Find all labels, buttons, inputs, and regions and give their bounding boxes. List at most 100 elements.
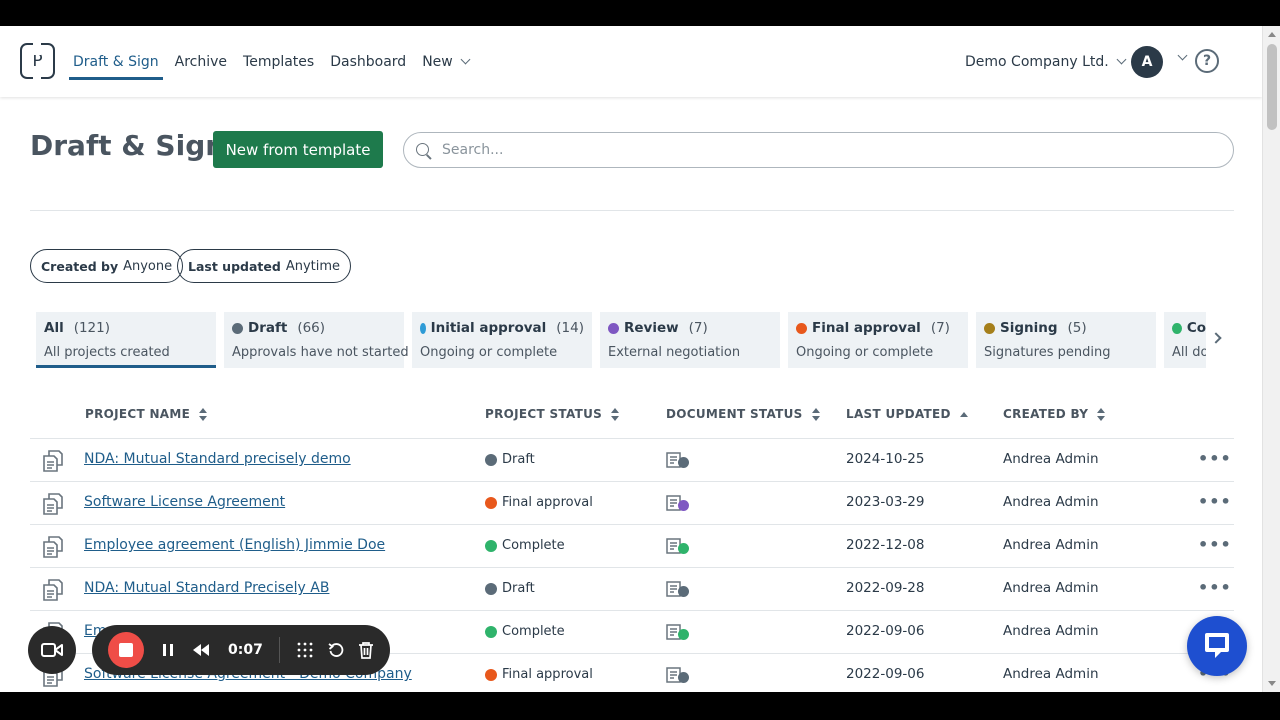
project-name-link[interactable]: Software License Agreement — [84, 494, 285, 510]
nav-item-new[interactable]: New — [422, 26, 471, 97]
logo-letter: P — [32, 51, 43, 71]
filter-last-updated[interactable]: Last updated Anytime — [177, 249, 352, 283]
more-options-icon[interactable]: ••• — [1198, 535, 1232, 554]
status-dot-icon — [485, 539, 497, 552]
tab-description: All projects created — [44, 345, 170, 360]
tab-description: Ongoing or complete — [420, 345, 558, 360]
nav-item-archive[interactable]: Archive — [175, 26, 227, 97]
chat-icon — [1205, 633, 1229, 658]
tab-heading: Initial approval (14) — [420, 320, 584, 336]
chevron-down-icon[interactable] — [1177, 50, 1188, 61]
project-status-label: Draft — [502, 452, 535, 467]
document-icon — [41, 449, 63, 472]
recording-timer: 0:07 — [228, 642, 263, 658]
tab-description: Signatures pending — [984, 345, 1111, 360]
project-status: Final approval — [485, 495, 593, 510]
status-dot-icon — [678, 585, 689, 597]
filter-value: Anytime — [285, 258, 341, 274]
tab-co[interactable]: Co All do — [1164, 312, 1206, 368]
status-dot-icon — [678, 628, 689, 640]
project-name-link[interactable]: Employee agreement (English) Jimmie Doe — [84, 537, 385, 553]
created-by: Andrea Admin — [1003, 580, 1099, 596]
stop-recording-button[interactable] — [108, 632, 144, 668]
logo-icon[interactable]: P — [20, 43, 55, 79]
document-status[interactable] — [666, 538, 694, 558]
column-header-last-updated[interactable]: LAST UPDATED — [846, 407, 968, 421]
app-viewport: P Draft & Sign Archive Templates Dashboard N… — [0, 26, 1280, 692]
tab-signing[interactable]: Signing (5) Signatures pending — [976, 312, 1156, 368]
column-header-label: PROJECT STATUS — [485, 407, 603, 421]
last-updated-date: 2023-03-29 — [846, 494, 925, 510]
camera-icon[interactable] — [28, 626, 76, 674]
company-switcher[interactable]: Demo Company Ltd. — [965, 26, 1127, 97]
tab-label: Final approval — [812, 320, 921, 336]
more-options-icon[interactable]: ••• — [1198, 492, 1232, 511]
created-by: Andrea Admin — [1003, 451, 1099, 467]
sort-icon — [611, 407, 620, 421]
company-name: Demo Company Ltd. — [965, 53, 1109, 70]
table-row[interactable]: NDA: Mutual Standard precisely demo Draft… — [30, 439, 1234, 482]
tab-count: (121) — [73, 320, 111, 336]
chat-support-button[interactable] — [1187, 616, 1247, 676]
table-row[interactable]: Employee agreement (English) Jimmie Doe C… — [30, 525, 1234, 568]
project-status: Draft — [485, 581, 535, 596]
tab-draft[interactable]: Draft (66) Approvals have not started — [224, 312, 409, 368]
more-options-icon[interactable]: ••• — [1198, 578, 1232, 597]
project-status: Complete — [485, 624, 565, 639]
column-header-created-by[interactable]: CREATED BY — [1003, 407, 1106, 421]
avatar[interactable]: A — [1131, 46, 1163, 78]
tab-final-approval[interactable]: Final approval (7) Ongoing or complete — [788, 312, 968, 368]
vertical-scrollbar[interactable] — [1262, 26, 1280, 692]
nav-item-dashboard[interactable]: Dashboard — [330, 26, 406, 97]
help-label: ? — [1202, 53, 1212, 69]
new-from-template-button[interactable]: New from template — [213, 131, 383, 168]
document-status[interactable] — [666, 495, 694, 515]
tab-all[interactable]: All (121) All projects created — [36, 312, 216, 368]
trash-icon[interactable] — [358, 641, 374, 659]
tab-heading: All (121) — [44, 320, 208, 336]
rewind-icon[interactable] — [192, 643, 210, 657]
table-row[interactable]: Software License Agreement Final approval… — [30, 482, 1234, 525]
nav-item-label: New — [422, 53, 453, 70]
table-row[interactable]: NDA: Mutual Standard Precisely AB Draft 20… — [30, 568, 1234, 611]
document-status[interactable] — [666, 581, 694, 601]
page-title: Draft & Sign — [30, 129, 226, 162]
tab-label: All — [44, 320, 64, 336]
project-name-link[interactable]: NDA: Mutual Standard Precisely AB — [84, 580, 329, 596]
status-dot-icon — [678, 456, 689, 468]
document-status[interactable] — [666, 667, 694, 687]
scrollbar-thumb[interactable] — [1267, 44, 1277, 130]
status-dot-icon — [485, 496, 497, 509]
tab-initial-approval[interactable]: Initial approval (14) Ongoing or complete — [412, 312, 592, 368]
project-status-label: Final approval — [502, 667, 593, 682]
restart-icon[interactable] — [328, 642, 344, 658]
nav-item-draft-sign[interactable]: Draft & Sign — [69, 26, 163, 97]
pause-icon[interactable] — [162, 643, 174, 657]
column-header-project-status[interactable]: PROJECT STATUS — [485, 407, 620, 421]
document-status[interactable] — [666, 452, 694, 472]
scroll-up-icon[interactable] — [1268, 32, 1276, 37]
recorder-controls: 0:07 — [92, 625, 390, 675]
search-input[interactable]: Search... — [403, 132, 1234, 168]
column-header-document-status[interactable]: DOCUMENT STATUS — [666, 407, 820, 421]
scroll-down-icon[interactable] — [1268, 681, 1276, 686]
sort-ascending-icon — [959, 408, 968, 421]
tab-review[interactable]: Review (7) External negotiation — [600, 312, 780, 368]
filter-label: Last updated — [188, 258, 281, 274]
last-updated-date: 2022-09-06 — [846, 666, 925, 682]
nav-item-templates[interactable]: Templates — [243, 26, 314, 97]
chevron-right-icon[interactable] — [1210, 332, 1222, 344]
column-header-project-name[interactable]: PROJECT NAME — [85, 407, 208, 421]
project-status: Draft — [485, 452, 535, 467]
created-by: Andrea Admin — [1003, 666, 1099, 682]
tab-heading: Draft (66) — [232, 320, 396, 336]
status-dot-icon — [1172, 322, 1182, 334]
last-updated-date: 2022-09-06 — [846, 623, 925, 639]
document-status[interactable] — [666, 624, 694, 644]
filter-created-by[interactable]: Created by Anyone — [30, 249, 184, 283]
grid-icon[interactable] — [296, 641, 314, 659]
sort-icon — [1097, 407, 1106, 421]
more-options-icon[interactable]: ••• — [1198, 449, 1232, 468]
help-icon[interactable]: ? — [1195, 49, 1219, 73]
project-name-link[interactable]: NDA: Mutual Standard precisely demo — [84, 451, 351, 467]
